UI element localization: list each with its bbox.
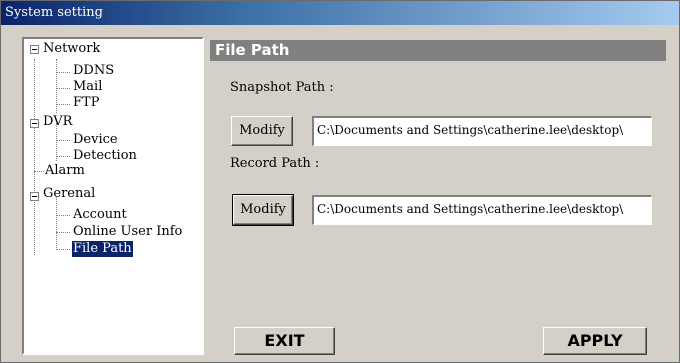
- record-path-field[interactable]: C:\Documents and Settings\catherine.lee\…: [312, 195, 652, 225]
- collapse-icon[interactable]: [30, 119, 39, 128]
- exit-button[interactable]: EXIT: [234, 327, 335, 355]
- snapshot-path-field[interactable]: C:\Documents and Settings\catherine.lee\…: [312, 116, 652, 146]
- tree-connector: [56, 197, 57, 250]
- apply-button[interactable]: APPLY: [543, 327, 647, 355]
- panel-title: File Path: [215, 41, 290, 59]
- tree-connector: [56, 249, 70, 250]
- collapse-icon[interactable]: [30, 192, 39, 201]
- tree-connector: [56, 156, 70, 157]
- tree-item-device[interactable]: Device: [73, 132, 118, 148]
- system-setting-window: System setting Network DDNS Mail FTP DVR…: [0, 0, 680, 363]
- tree-item-alarm[interactable]: Alarm: [45, 163, 85, 179]
- snapshot-modify-button[interactable]: Modify: [231, 116, 293, 146]
- tree-connector: [56, 88, 70, 89]
- tree-item-online-user-info[interactable]: Online User Info: [73, 224, 182, 240]
- tree-item-ddns[interactable]: DDNS: [73, 63, 114, 79]
- window-title: System setting: [5, 5, 103, 20]
- tree-connector: [56, 72, 70, 73]
- panel-header: File Path: [210, 40, 666, 61]
- tree-item-network[interactable]: Network: [43, 41, 100, 57]
- tree-connector: [56, 232, 70, 233]
- collapse-icon[interactable]: [30, 45, 39, 54]
- tree-item-account[interactable]: Account: [73, 207, 127, 223]
- tree-item-file-path[interactable]: File Path: [72, 241, 133, 257]
- tree-connector: [34, 171, 44, 172]
- tree-item-detection[interactable]: Detection: [73, 148, 137, 164]
- snapshot-path-label: Snapshot Path :: [230, 80, 334, 95]
- tree-connector: [56, 104, 70, 105]
- settings-tree[interactable]: Network DDNS Mail FTP DVR Device Detecti…: [22, 37, 204, 355]
- tree-item-mail[interactable]: Mail: [73, 79, 102, 95]
- tree-item-ftp[interactable]: FTP: [73, 95, 99, 111]
- title-bar[interactable]: System setting: [1, 1, 679, 25]
- tree-connector: [34, 59, 35, 255]
- tree-connector: [56, 215, 70, 216]
- tree-connector: [56, 140, 70, 141]
- record-path-label: Record Path :: [230, 156, 320, 171]
- tree-item-dvr[interactable]: DVR: [43, 114, 72, 130]
- record-modify-button[interactable]: Modify: [232, 194, 294, 226]
- tree-item-gerenal[interactable]: Gerenal: [43, 186, 95, 202]
